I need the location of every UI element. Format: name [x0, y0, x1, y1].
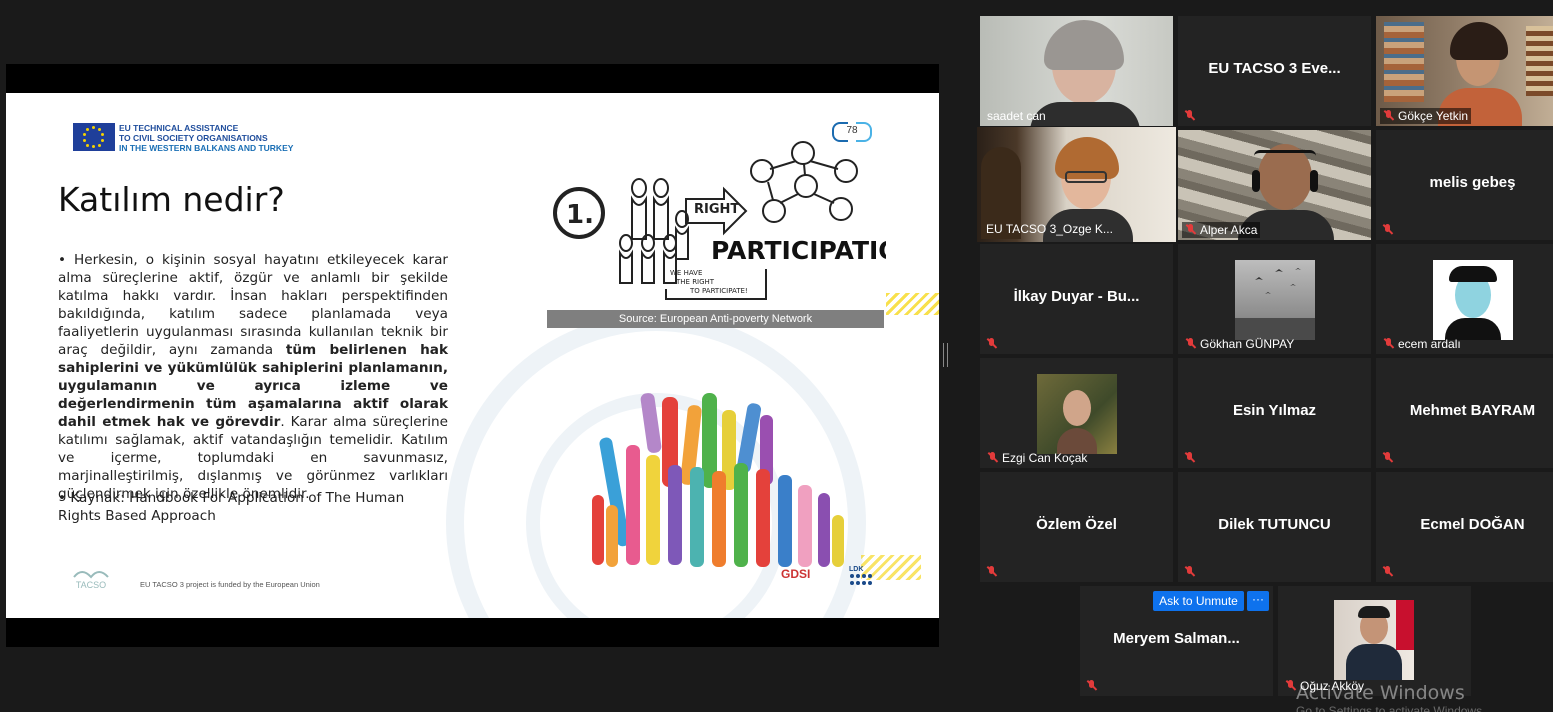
participant-name: EU TACSO 3_Ozge K...	[986, 222, 1113, 236]
participant-name: EU TACSO 3 Eve...	[1208, 60, 1341, 77]
participant-photo	[1235, 260, 1315, 340]
org-line: IN THE WESTERN BALKANS AND TURKEY	[119, 143, 294, 153]
participant-name-text: ecem ardalı	[1398, 337, 1461, 351]
participant-tile[interactable]: Mehmet BAYRAM	[1376, 358, 1553, 468]
participant-tile[interactable]: Esin Yılmaz	[1178, 358, 1371, 468]
illustration-step: 1.	[566, 200, 594, 230]
mic-muted-icon	[986, 566, 997, 577]
participant-tile[interactable]: Ecmel DOĞAN	[1376, 472, 1553, 582]
illustration-note: TO PARTICIPATE!	[689, 287, 748, 295]
tacso-logo-text: TACSO	[75, 580, 107, 590]
participant-name: Mehmet BAYRAM	[1409, 402, 1536, 419]
participant-name-text: Ezgi Can Koçak	[1002, 451, 1088, 465]
ask-to-unmute-button[interactable]: Ask to Unmute	[1153, 591, 1244, 611]
participant-name-text: Gökhan GÜNPAY	[1200, 337, 1295, 351]
participant-tile[interactable]: melis gebeş	[1376, 130, 1553, 240]
illustration-note: WE HAVE	[670, 269, 702, 277]
illustration-right-label: RIGHT	[694, 202, 739, 217]
mic-muted-icon	[1185, 338, 1196, 349]
mic-muted-icon	[1185, 224, 1196, 235]
org-line: TO CIVIL SOCIETY ORGANISATIONS	[119, 133, 268, 143]
gdsi-logo: GDSI	[781, 567, 811, 581]
participant-tile[interactable]: EU TACSO 3 Eve...	[1178, 16, 1371, 126]
participant-name: Ecmel DOĞAN	[1420, 516, 1525, 533]
participant-name-text: Alper Akca	[1200, 223, 1258, 237]
raised-hands-illustration	[592, 393, 844, 567]
slide-footer-text: EU TACSO 3 project is funded by the Euro…	[140, 580, 320, 589]
decorative-stripes	[886, 293, 939, 315]
participant-tile[interactable]: Özlem Özel	[980, 472, 1173, 582]
participant-name: ecem ardalı	[1380, 336, 1464, 352]
participant-name-text: Gökçe Yetkin	[1398, 109, 1469, 123]
slide-title: Katılım nedir?	[58, 180, 285, 219]
participant-name: Alper Akca	[1182, 222, 1261, 238]
mic-muted-icon	[1086, 680, 1097, 691]
org-line: EU TECHNICAL ASSISTANCE	[119, 123, 239, 133]
mic-muted-icon	[1383, 338, 1394, 349]
mic-muted-icon	[1383, 110, 1394, 121]
mic-muted-icon	[987, 452, 998, 463]
meeting-window: EU TECHNICAL ASSISTANCE TO CIVIL SOCIETY…	[0, 0, 1553, 712]
participant-name: Özlem Özel	[1036, 516, 1117, 533]
participant-tile[interactable]: saadet can	[980, 16, 1173, 126]
more-options-button[interactable]: ···	[1247, 591, 1269, 611]
panel-resize-handle[interactable]	[943, 343, 948, 367]
participant-tile[interactable]: Dilek TUTUNCU	[1178, 472, 1371, 582]
slide-body-text: • Herkesin, o kişinin sosyal hayatını et…	[58, 251, 448, 503]
ldk-logo: LDK	[849, 566, 873, 589]
participant-tile[interactable]: Oğuz Akköy	[1278, 586, 1471, 696]
participant-name: Meryem Salman...	[1113, 630, 1240, 647]
activate-windows-watermark: Activate Windows	[1296, 682, 1465, 704]
mic-muted-icon	[1285, 680, 1296, 691]
participant-photo	[1037, 374, 1117, 454]
participant-tile-active-speaker[interactable]: EU TACSO 3_Ozge K...	[977, 127, 1176, 242]
participant-photo	[1433, 260, 1513, 340]
participant-name: Gökhan GÜNPAY	[1182, 336, 1297, 352]
participant-tile[interactable]: Gökçe Yetkin	[1376, 16, 1553, 126]
participation-illustration: 1. RIGHT PARTICIPATION	[553, 141, 886, 300]
mic-muted-icon	[1382, 566, 1393, 577]
mic-muted-icon	[1184, 452, 1195, 463]
participant-tile[interactable]: İlkay Duyar - Bu...	[980, 244, 1173, 354]
mic-muted-icon	[1184, 110, 1195, 121]
participant-name: Gökçe Yetkin	[1380, 108, 1472, 124]
mic-muted-icon	[1382, 224, 1393, 235]
slide-page-number: 78	[832, 122, 872, 142]
participant-name: Esin Yılmaz	[1232, 402, 1317, 419]
participant-name: melis gebeş	[1429, 174, 1516, 191]
participant-name: saadet can	[987, 109, 1046, 123]
image-caption: Source: European Anti-poverty Network	[547, 310, 884, 328]
organisation-name: EU TECHNICAL ASSISTANCE TO CIVIL SOCIETY…	[119, 123, 293, 153]
mic-muted-icon	[1184, 566, 1195, 577]
ldk-logo-text: LDK	[849, 566, 864, 573]
participant-photo	[1334, 600, 1414, 680]
participant-name: Ezgi Can Koçak	[984, 450, 1090, 466]
eu-flag-icon	[73, 123, 115, 151]
participant-tile[interactable]: Gökhan GÜNPAY	[1178, 244, 1371, 354]
shared-screen[interactable]: EU TECHNICAL ASSISTANCE TO CIVIL SOCIETY…	[6, 64, 939, 647]
slide-source-text: • Kaynak: Handbook For Application of Th…	[58, 490, 405, 524]
mic-muted-icon	[986, 338, 997, 349]
participant-tile[interactable]: Ezgi Can Koçak	[980, 358, 1173, 468]
tacso-logo: TACSO	[72, 567, 110, 590]
mic-muted-icon	[1382, 452, 1393, 463]
illustration-title: PARTICIPATION	[711, 236, 886, 265]
participant-name: İlkay Duyar - Bu...	[1013, 288, 1140, 305]
presentation-slide: EU TECHNICAL ASSISTANCE TO CIVIL SOCIETY…	[6, 93, 939, 618]
activate-windows-subtitle: Go to Settings to activate Windows.	[1296, 704, 1486, 712]
participant-tile[interactable]: Alper Akca	[1178, 130, 1371, 240]
participant-name: Dilek TUTUNCU	[1218, 516, 1331, 533]
participant-tile[interactable]: ecem ardalı	[1376, 244, 1553, 354]
illustration-note: THE RIGHT	[675, 278, 715, 286]
